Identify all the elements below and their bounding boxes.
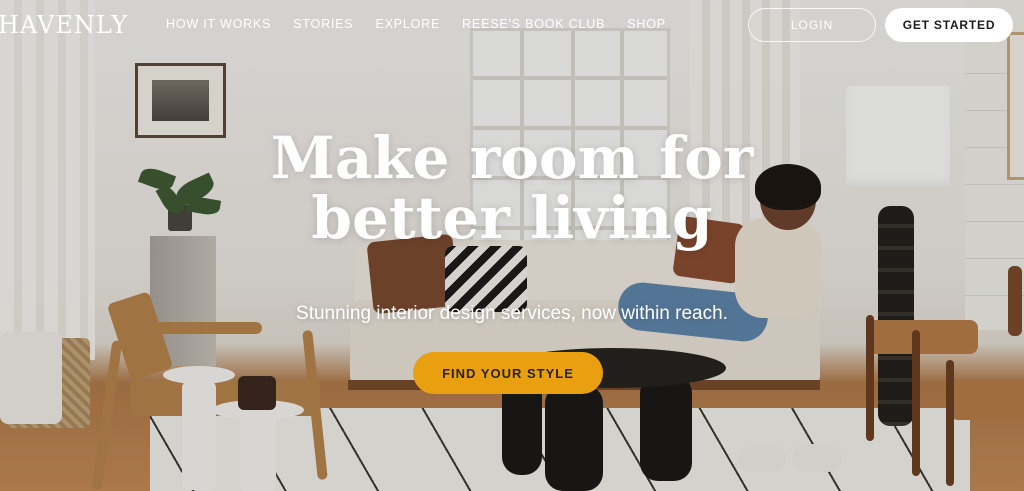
hero-headline-line1: Make room for — [270, 124, 754, 192]
primary-nav: HOW IT WORKS STORIES EXPLORE REESE'S BOO… — [166, 17, 666, 31]
hero-subheadline: Stunning interior design services, now w… — [296, 303, 728, 324]
nav-item-stories[interactable]: STORIES — [293, 17, 353, 31]
hero-headline-line2: better living — [311, 184, 713, 252]
havenly-logo[interactable]: HAVENLY — [0, 11, 128, 39]
nav-item-book-club[interactable]: REESE'S BOOK CLUB — [462, 17, 605, 31]
nav-item-explore[interactable]: EXPLORE — [375, 17, 440, 31]
hero-headline: Make room for better living — [0, 128, 1024, 248]
login-button[interactable]: LOGIN — [748, 8, 876, 42]
get-started-button[interactable]: GET STARTED — [885, 8, 1013, 42]
nav-item-how-it-works[interactable]: HOW IT WORKS — [166, 17, 271, 31]
find-your-style-button[interactable]: FIND YOUR STYLE — [413, 352, 603, 394]
nav-item-shop[interactable]: SHOP — [627, 17, 666, 31]
